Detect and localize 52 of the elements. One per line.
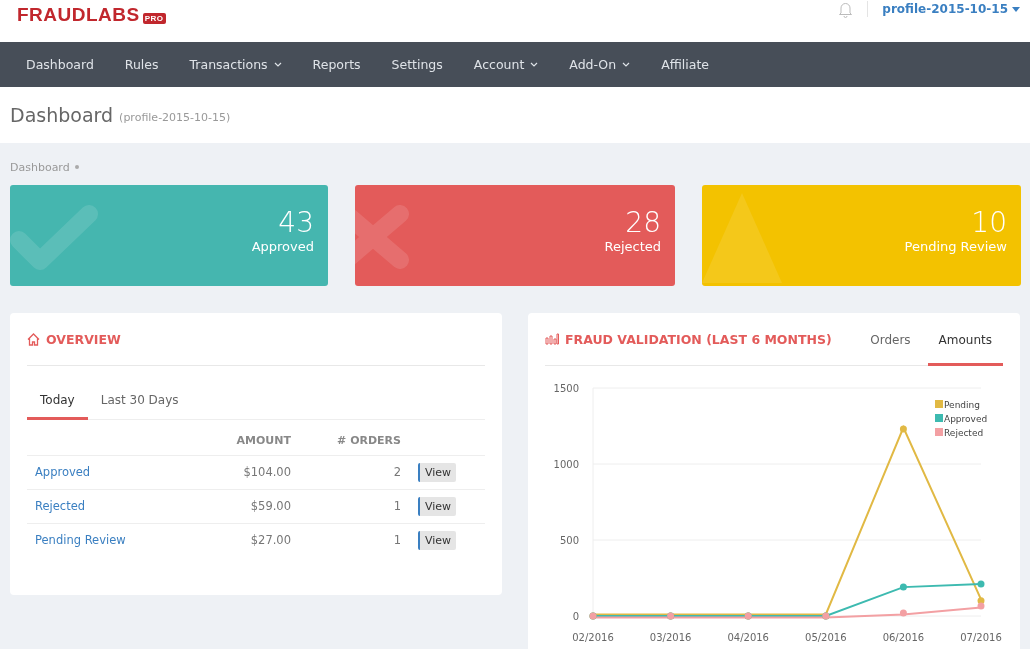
view-button[interactable]: View bbox=[417, 531, 456, 550]
y-tick-label: 1000 bbox=[553, 459, 579, 470]
stat-label: Pending Review bbox=[904, 239, 1007, 254]
orders-cell: 1 bbox=[291, 523, 401, 557]
tab[interactable]: Orders bbox=[859, 313, 922, 366]
y-tick-label: 0 bbox=[572, 611, 579, 622]
nav-item[interactable]: Transactions bbox=[177, 57, 294, 72]
view-button[interactable]: View bbox=[417, 463, 456, 482]
y-tick-label: 500 bbox=[559, 535, 579, 546]
x-tick-label: 06/2016 bbox=[882, 632, 925, 643]
column-header: # ORDERS bbox=[336, 433, 401, 449]
legend-label: Approved bbox=[944, 414, 988, 424]
amount-cell: $27.00 bbox=[201, 523, 291, 557]
legend-label: Pending bbox=[944, 400, 980, 410]
tab[interactable]: Today bbox=[27, 387, 88, 420]
x-tick-label: 04/2016 bbox=[727, 632, 769, 643]
stat-label: Rejected bbox=[604, 239, 661, 254]
orders-cell: 1 bbox=[291, 489, 401, 523]
view-button[interactable]: View bbox=[417, 497, 456, 516]
status-link[interactable]: Pending Review bbox=[27, 523, 201, 557]
amount-cell: $104.00 bbox=[201, 455, 291, 489]
status-link[interactable]: Approved bbox=[27, 455, 201, 489]
page-title: Dashboard bbox=[10, 104, 114, 126]
orders-cell: 2 bbox=[291, 455, 401, 489]
nav-item[interactable]: Account bbox=[461, 57, 551, 72]
nav-item[interactable]: Affiliate bbox=[649, 57, 721, 72]
tab[interactable]: Amounts bbox=[927, 313, 1003, 366]
brand-badge: PRO bbox=[142, 12, 166, 24]
legend-label: Rejected bbox=[944, 428, 984, 438]
user-menu[interactable]: profile-2015-10-15 bbox=[882, 2, 1020, 16]
amount-cell: $59.00 bbox=[201, 489, 291, 523]
nav-item[interactable]: Add-On bbox=[557, 57, 643, 72]
stat-value: 43 bbox=[278, 207, 314, 239]
x-tick-label: 05/2016 bbox=[805, 632, 847, 643]
page-subtitle: (profile-2015-10-15) bbox=[119, 110, 231, 124]
x-tick-label: 07/2016 bbox=[960, 632, 1002, 643]
stat-value: 10 bbox=[971, 207, 1007, 239]
x-tick-label: 02/2016 bbox=[572, 632, 614, 643]
stat-value: 28 bbox=[625, 207, 661, 239]
nav-item[interactable]: Settings bbox=[379, 57, 455, 72]
status-link[interactable]: Rejected bbox=[27, 489, 201, 523]
panel-title: FRAUD VALIDATION (LAST 6 MONTHS) bbox=[565, 331, 833, 347]
column-header: AMOUNT bbox=[235, 433, 291, 449]
stat-label: Approved bbox=[251, 239, 314, 254]
brand-logo[interactable]: FRAUDLABS bbox=[17, 4, 140, 26]
nav-item[interactable]: Reports bbox=[300, 57, 373, 72]
x-tick-label: 03/2016 bbox=[649, 632, 692, 643]
tab[interactable]: Last 30 Days bbox=[87, 387, 192, 420]
nav-item[interactable]: Dashboard bbox=[14, 57, 106, 72]
y-tick-label: 1500 bbox=[553, 383, 579, 394]
nav-item[interactable]: Rules bbox=[112, 57, 171, 72]
panel-title: OVERVIEW bbox=[46, 331, 122, 347]
